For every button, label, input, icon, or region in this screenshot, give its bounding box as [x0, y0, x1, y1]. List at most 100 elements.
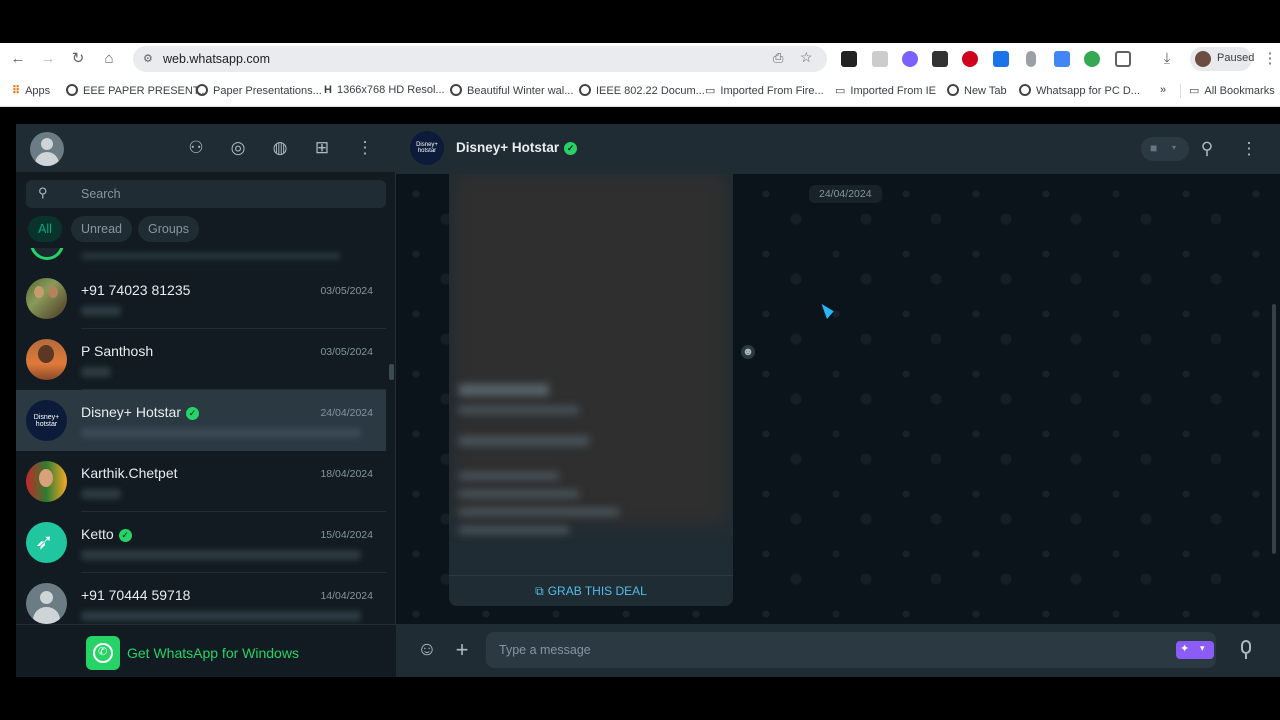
sidebar-header: ⚇ ◎ ◍ ⊞ ⋮ [16, 124, 396, 172]
download-promo[interactable]: ✆ Get WhatsApp for Windows [16, 624, 396, 677]
chat-preview-blurred [81, 550, 361, 560]
forward-icon[interactable]: → [38, 49, 58, 69]
menu-icon[interactable]: ⋮ [1237, 137, 1261, 161]
chat-list-scrollbar[interactable] [389, 254, 394, 624]
address-bar[interactable]: ⚙ web.whatsapp.com ⎙ ☆ [133, 46, 827, 72]
extension-icon[interactable] [841, 51, 857, 67]
microphone-icon[interactable] [1026, 51, 1036, 67]
message-placeholder: Type a message [499, 643, 591, 657]
browser-chrome: ← → ↻ ⌂ ⚙ web.whatsapp.com ⎙ ☆ ⤓ Paused … [0, 43, 1280, 107]
attach-plus-icon[interactable]: + [450, 638, 474, 662]
bookmark-star-icon[interactable]: ☆ [800, 49, 813, 66]
bookmark-item[interactable]: Paper Presentations... [196, 84, 322, 97]
chat-row[interactable]: P Santhosh 03/05/2024 [16, 329, 386, 390]
chat-preview-blurred [81, 428, 361, 438]
bookmark-folder[interactable]: ▭ Imported From IE [835, 84, 936, 97]
message-input[interactable]: Type a message ✦ ▾ [486, 632, 1216, 668]
bookmark-item[interactable]: Beautiful Winter wal... [450, 84, 573, 97]
avatar [26, 461, 67, 502]
chat-row[interactable]: +91 74023 81235 03/05/2024 [16, 268, 386, 329]
bookmark-folder[interactable]: ▭ Imported From Fire... [705, 84, 824, 97]
profile-avatar[interactable] [30, 132, 64, 166]
ai-assist-button[interactable]: ✦ ▾ [1176, 641, 1214, 659]
chat-wallpaper: 24/04/2024 ⧉ GRAB THIS DEAL ☻ [396, 174, 1280, 624]
new-chat-icon[interactable]: ⊞ [310, 136, 334, 160]
all-bookmarks-folder[interactable]: ▭ All Bookmarks [1180, 84, 1280, 98]
chevron-down-icon: ▾ [1200, 643, 1205, 653]
globe-icon [1019, 84, 1031, 96]
channels-icon[interactable]: ◍ [268, 136, 292, 160]
conversation-header[interactable]: Disney+ hotstar Disney+ Hotstar ✓ ■ ▾ ⚲ ⋮ [396, 124, 1280, 174]
search-icon: ⚲ [38, 185, 48, 200]
chat-row[interactable]: Karthik.Chetpet 18/04/2024 [16, 451, 386, 512]
filter-groups[interactable]: Groups [138, 216, 199, 242]
extension-icon[interactable] [932, 51, 948, 67]
bookmark-item[interactable]: H 1366x768 HD Resol... [324, 84, 445, 96]
extension-icon[interactable] [902, 51, 918, 67]
chat-row[interactable]: ➶ Ketto ✓ 15/04/2024 [16, 512, 386, 573]
grab-deal-button[interactable]: ⧉ GRAB THIS DEAL [449, 576, 733, 606]
menu-icon[interactable]: ⋮ [353, 136, 377, 160]
extension-icon[interactable] [1054, 51, 1070, 67]
mouse-cursor [821, 300, 836, 320]
folder-icon: ▭ [705, 85, 716, 97]
react-emoji-icon[interactable]: ☻ [741, 345, 755, 359]
bookmarks-overflow-icon[interactable]: » [1160, 84, 1166, 96]
extension-icon[interactable] [993, 51, 1009, 67]
profile-status: Paused [1217, 52, 1255, 64]
browser-toolbar: ← → ↻ ⌂ ⚙ web.whatsapp.com ⎙ ☆ ⤓ Paused … [0, 43, 1280, 75]
download-icon[interactable]: ⤓ [1157, 49, 1177, 69]
conversation-scrollbar[interactable] [1272, 304, 1276, 554]
site-info-icon[interactable]: ⚙ [143, 52, 153, 65]
chat-row-selected[interactable]: Disney+ hotstar Disney+ Hotstar ✓ 24/04/2… [16, 390, 386, 451]
extension-icon[interactable] [872, 51, 888, 67]
browser-menu-icon[interactable]: ⋮ [1260, 49, 1280, 69]
chat-date: 14/04/2024 [320, 590, 373, 602]
reload-icon[interactable]: ↻ [68, 49, 88, 69]
video-call-button[interactable]: ■ ▾ [1141, 137, 1189, 161]
verified-badge-icon: ✓ [118, 529, 132, 542]
microphone-icon[interactable] [1241, 640, 1251, 654]
contact-avatar[interactable]: Disney+ hotstar [410, 131, 444, 165]
bookmark-apps[interactable]: ⠿ Apps [12, 84, 50, 97]
bookmark-item[interactable]: Whatsapp for PC D... [1019, 84, 1140, 97]
bookmarks-bar: ⠿ Apps EEE PAPER PRESENT... Paper Present… [0, 75, 1280, 107]
extensions-puzzle-icon[interactable] [1115, 51, 1131, 67]
home-icon[interactable]: ⌂ [99, 49, 119, 69]
search-icon[interactable]: ⚲ [1195, 137, 1219, 161]
whatsapp-app: ⚇ ◎ ◍ ⊞ ⋮ ⚲ Search All Unread Groups +91… [16, 124, 1280, 677]
verified-badge-icon: ✓ [564, 142, 578, 155]
bookmark-item[interactable]: New Tab [947, 84, 1007, 97]
chat-date: 03/05/2024 [320, 285, 373, 297]
chat-name: Karthik.Chetpet [81, 465, 178, 481]
filter-unread[interactable]: Unread [71, 216, 132, 242]
external-link-icon: ⧉ [535, 584, 544, 598]
site-icon: H [324, 84, 332, 96]
communities-icon[interactable]: ⚇ [184, 136, 208, 160]
profile-button[interactable]: Paused [1190, 47, 1255, 71]
install-app-icon[interactable]: ⎙ [773, 50, 783, 66]
avatar [26, 278, 67, 319]
extension-icon[interactable] [962, 51, 978, 67]
back-icon[interactable]: ← [8, 49, 28, 69]
message-bubble[interactable]: ⧉ GRAB THIS DEAL [449, 174, 733, 606]
chevron-down-icon: ▾ [1172, 143, 1177, 152]
folder-icon: ▭ [1189, 85, 1200, 97]
status-icon[interactable]: ◎ [226, 136, 250, 160]
chat-name: +91 74023 81235 [81, 282, 191, 298]
ketto-bird-icon: ➶ [35, 529, 54, 554]
bookmark-item[interactable]: EEE PAPER PRESENT... [66, 84, 208, 97]
chat-date: 24/04/2024 [320, 407, 373, 419]
scrollbar-thumb[interactable] [389, 364, 394, 380]
search-box[interactable]: ⚲ Search [26, 180, 386, 208]
avatar [26, 583, 67, 624]
emoji-icon[interactable]: ☺ [415, 638, 439, 662]
search-input[interactable]: Search [81, 187, 121, 201]
video-camera-icon: ■ [1150, 141, 1158, 155]
promo-text[interactable]: Get WhatsApp for Windows [127, 645, 299, 661]
bookmark-item[interactable]: IEEE 802.22 Docum... [579, 84, 705, 97]
extension-icon[interactable] [1084, 51, 1100, 67]
avatar: Disney+ hotstar [26, 400, 67, 441]
filter-all[interactable]: All [28, 216, 62, 242]
chat-name: +91 70444 59718 [81, 587, 191, 603]
